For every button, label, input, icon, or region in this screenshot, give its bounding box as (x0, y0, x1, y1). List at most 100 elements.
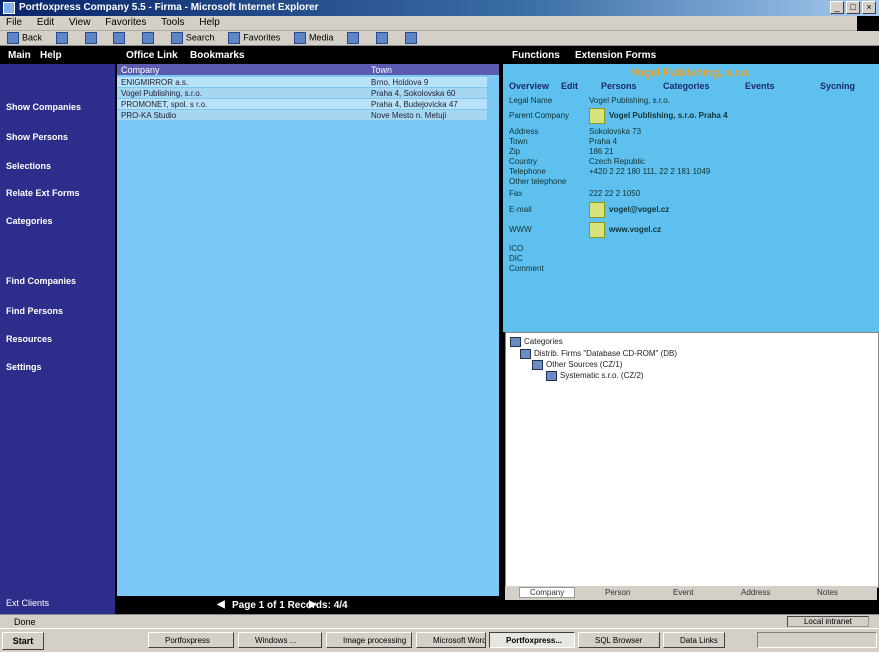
taskbar-item[interactable]: Data Links (663, 632, 725, 648)
menu-favorites[interactable]: Favorites (99, 16, 152, 28)
pager-text: Page 1 of 1 Records: 4/4 (232, 600, 348, 611)
field-label: WWW (509, 225, 532, 235)
field-label: Comment (509, 264, 544, 273)
tree-tab-company[interactable]: Company (519, 587, 576, 598)
sidebar-item-categories[interactable]: Categories (6, 216, 53, 226)
tree-node[interactable]: Categories (510, 337, 563, 347)
email-link[interactable]: vogel@vogel.cz (609, 205, 669, 214)
star-icon (228, 32, 241, 44)
taskbar-item[interactable]: SQL Browser (578, 632, 660, 648)
tree-node[interactable]: Systematic s.r.o. (CZ/2) (546, 371, 644, 381)
browser-toolbar: Back Search Favorites Media (0, 31, 879, 46)
cell-town: Praha 4, Sokolovska 60 (371, 89, 456, 98)
stop-button[interactable] (78, 31, 104, 45)
category-tree: Categories Distrib. Firms "Database CD-R… (505, 332, 879, 588)
field-label: Legal Name (509, 96, 553, 105)
menu-view[interactable]: View (63, 16, 97, 28)
table-row[interactable]: ENIGMIRROR a.s. Brno, Holdova 9 (117, 77, 487, 87)
media-button[interactable]: Media (287, 31, 338, 45)
email-icon[interactable] (589, 202, 605, 218)
taskbar-item[interactable]: Microsoft Word (416, 632, 486, 648)
refresh-button[interactable] (106, 31, 132, 45)
sidebar-item-settings[interactable]: Settings (6, 362, 42, 372)
field-value: 222 22 2 1050 (589, 189, 641, 198)
app-menu-bookmarks[interactable]: Bookmarks (190, 50, 244, 61)
sidebar-item-resources[interactable]: Resources (6, 334, 52, 344)
window-title: Portfoxpress Company 5.5 - Firma - Micro… (19, 2, 319, 13)
start-button[interactable]: Start (2, 632, 44, 650)
table-row[interactable]: PRO-KA Studio Nove Mesto n. Metuji (117, 110, 487, 120)
history-button[interactable] (340, 31, 366, 45)
sidebar-item-show-persons[interactable]: Show Persons (6, 132, 68, 142)
table-row[interactable]: Vogel Publishing, s.r.o. Praha 4, Sokolo… (117, 88, 487, 98)
prev-page-icon[interactable]: ◀ (217, 599, 225, 610)
taskbar-item[interactable]: Portfoxpress (148, 632, 234, 648)
menu-help[interactable]: Help (193, 16, 226, 28)
menu-tools[interactable]: Tools (155, 16, 190, 28)
maximize-button[interactable]: □ (846, 1, 860, 14)
sidebar-item-relate-ext-forms[interactable]: Relate Ext Forms (6, 188, 80, 198)
pager: ◀ Page 1 of 1 Records: 4/4 ▶ (117, 596, 499, 614)
tree-tab-event[interactable]: Event (673, 588, 693, 597)
home-button[interactable] (135, 31, 161, 45)
close-button[interactable]: × (862, 1, 876, 14)
search-button[interactable]: Search (164, 31, 219, 45)
sidebar-item-selections[interactable]: Selections (6, 161, 51, 171)
tab-overview[interactable]: Overview (509, 81, 549, 91)
app-menu-office-link[interactable]: Office Link (126, 50, 178, 61)
company-link-icon[interactable] (589, 108, 605, 124)
field-parent-company: Parent Company Vogel Publishing, s.r.o. P… (509, 108, 728, 124)
field-label: Town (509, 137, 528, 146)
taskbar-item-active[interactable]: Portfoxpress... (489, 632, 575, 648)
field-label: Zip (509, 147, 521, 156)
tab-sycning[interactable]: Sycning (820, 81, 855, 91)
forward-button[interactable] (49, 31, 75, 45)
taskbar-item[interactable]: Image processing (326, 632, 412, 648)
cell-town: Brno, Holdova 9 (371, 78, 429, 87)
menu-file[interactable]: File (0, 16, 28, 28)
field-legal-name: Legal Name Vogel Publishing, s.r.o. (509, 96, 670, 105)
app-menu-functions[interactable]: Functions (512, 50, 560, 61)
sidebar-item-find-companies[interactable]: Find Companies (6, 276, 76, 286)
column-header-company[interactable]: Company (121, 65, 160, 75)
print-button[interactable] (398, 31, 424, 45)
app-menu-help[interactable]: Help (40, 50, 62, 61)
sidebar: Show Companies Show Persons Selections R… (0, 64, 115, 614)
tab-persons[interactable]: Persons (601, 81, 637, 91)
sidebar-item-find-persons[interactable]: Find Persons (6, 306, 63, 316)
tree-tab-notes[interactable]: Notes (817, 588, 838, 597)
tree-tab-address[interactable]: Address (741, 588, 770, 597)
menu-edit[interactable]: Edit (31, 16, 60, 28)
field-label: Other telephone (509, 177, 567, 186)
tree-node[interactable]: Distrib. Firms "Database CD-ROM" (DB) (520, 349, 677, 359)
field-value: Praha 4 (589, 137, 618, 146)
search-label: Search (185, 32, 215, 43)
field-value: Sokolovska 73 (589, 127, 642, 136)
tab-categories[interactable]: Categories (663, 81, 710, 91)
next-page-icon[interactable]: ▶ (309, 599, 317, 610)
taskbar-item[interactable]: Windows ... (238, 632, 322, 648)
web-icon[interactable] (589, 222, 605, 238)
cell-company: ENIGMIRROR a.s. (121, 78, 189, 87)
back-button[interactable]: Back (0, 31, 46, 45)
website-link[interactable]: www.vogel.cz (609, 225, 661, 234)
tab-edit[interactable]: Edit (561, 81, 578, 91)
tree-node[interactable]: Other Sources (CZ/1) (532, 360, 622, 370)
sidebar-item-show-companies[interactable]: Show Companies (6, 102, 81, 112)
app-menu-extension-forms[interactable]: Extension Forms (575, 50, 656, 61)
minimize-button[interactable]: _ (830, 1, 844, 14)
table-row[interactable]: PROMONET, spol. s r.o. Praha 4, Budejovi… (117, 99, 487, 109)
column-header-town[interactable]: Town (371, 65, 392, 75)
mail-button[interactable] (369, 31, 395, 45)
field-label: ICO (509, 244, 524, 253)
field-label: Country (509, 157, 538, 166)
app-menu-main[interactable]: Main (8, 50, 31, 61)
tree-node-label: Systematic s.r.o. (CZ/2) (560, 371, 644, 381)
tree-node-label: Distrib. Firms "Database CD-ROM" (DB) (534, 349, 678, 359)
tab-events[interactable]: Events (745, 81, 775, 91)
tree-tab-person[interactable]: Person (605, 588, 630, 597)
field-value[interactable]: Vogel Publishing, s.r.o. Praha 4 (609, 111, 728, 120)
favorites-button[interactable]: Favorites (221, 31, 284, 45)
sidebar-footer[interactable]: Ext Clients (6, 598, 49, 608)
security-zone: Local intranet (786, 616, 869, 627)
